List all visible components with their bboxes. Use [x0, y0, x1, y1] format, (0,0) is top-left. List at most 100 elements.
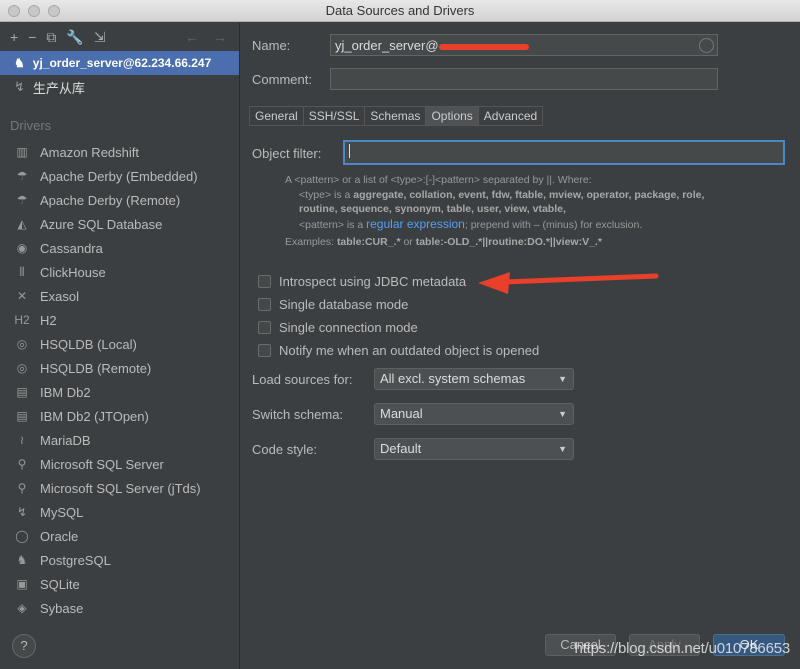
driver-label: IBM Db2: [40, 384, 91, 400]
object-filter-input[interactable]: [343, 140, 785, 165]
close-window-button[interactable]: [8, 5, 20, 17]
driver-label: Azure SQL Database: [40, 216, 163, 232]
minimize-window-button[interactable]: [28, 5, 40, 17]
oracle-icon: ◯: [15, 529, 29, 543]
checkbox-box[interactable]: [258, 321, 271, 334]
checkbox-box[interactable]: [258, 298, 271, 311]
tab-options[interactable]: Options: [426, 107, 479, 125]
checkbox-label: Notify me when an outdated object is ope…: [279, 343, 540, 358]
help-text: <pattern> is a: [299, 218, 367, 231]
driver-label: Sybase: [40, 600, 84, 616]
driver-item[interactable]: ▣ SQLite: [0, 572, 239, 596]
window-controls[interactable]: [8, 5, 60, 17]
tab-bar: General SSH/SSL Schemas Options Advanced: [249, 106, 544, 126]
single-database-checkbox[interactable]: Single database mode: [258, 297, 408, 312]
driver-item[interactable]: H2 H2: [0, 308, 239, 332]
title-bar: Data Sources and Drivers: [0, 0, 800, 22]
import-icon[interactable]: ⇲: [94, 29, 106, 46]
driver-label: MySQL: [40, 504, 84, 520]
copy-icon[interactable]: ⧉: [46, 29, 56, 46]
mysql-icon: ↯: [14, 79, 25, 94]
driver-item[interactable]: ◎ HSQLDB (Local): [0, 332, 239, 356]
checkbox-box[interactable]: [258, 344, 271, 357]
introspect-jdbc-checkbox[interactable]: Introspect using JDBC metadata: [258, 274, 466, 289]
driver-item[interactable]: ◭ Azure SQL Database: [0, 212, 239, 236]
driver-item[interactable]: ◉ Cassandra: [0, 236, 239, 260]
driver-item[interactable]: ⦀ ClickHouse: [0, 260, 239, 284]
sybase-icon: ◈: [17, 601, 27, 615]
data-source-label: 生产从库: [32, 80, 85, 96]
help-text: ; prepend with – (minus) for exclusion.: [464, 218, 643, 231]
help-types: aggregate, collation, event, fdw, ftable…: [353, 188, 705, 201]
driver-label: Oracle: [40, 528, 79, 544]
switch-schema-dropdown[interactable]: Manual ▼: [374, 403, 574, 425]
checkbox-box[interactable]: [258, 275, 271, 288]
sidebar-toolbar: + − ⧉ 🔧 ⇲ ← →: [0, 23, 239, 51]
notify-outdated-checkbox[interactable]: Notify me when an outdated object is ope…: [258, 343, 539, 358]
dropdown-value: All excl. system schemas: [380, 371, 526, 386]
help-button[interactable]: ?: [12, 634, 36, 658]
tab-ssh-ssl[interactable]: SSH/SSL: [304, 107, 366, 125]
zoom-window-button[interactable]: [48, 5, 60, 17]
dropdown-value: Manual: [380, 406, 423, 421]
checkbox-label: Single connection mode: [279, 320, 418, 335]
data-source-item[interactable]: ♞ yj_order_server@62.234.66.247: [0, 51, 239, 75]
add-icon[interactable]: +: [10, 29, 18, 45]
driver-item[interactable]: ☂ Apache Derby (Embedded): [0, 164, 239, 188]
driver-label: SQLite: [40, 576, 80, 592]
comment-input[interactable]: [330, 68, 718, 90]
driver-label: Apache Derby (Embedded): [40, 168, 198, 184]
hsqldb-local-icon: ◎: [16, 337, 28, 351]
color-picker-icon[interactable]: [699, 38, 714, 53]
driver-item[interactable]: ≀ MariaDB: [0, 428, 239, 452]
driver-item[interactable]: ☂ Apache Derby (Remote): [0, 188, 239, 212]
annotation-arrow-icon: [478, 272, 659, 294]
help-examples: Examples: table:CUR_.* or table:-OLD_.*|…: [285, 235, 755, 250]
driver-item[interactable]: ▤ IBM Db2 (JTOpen): [0, 404, 239, 428]
sidebar: + − ⧉ 🔧 ⇲ ← → ♞ yj_order_server@62.234.66.…: [0, 23, 240, 669]
driver-item[interactable]: ▥ Amazon Redshift: [0, 140, 239, 164]
tab-advanced[interactable]: Advanced: [479, 107, 542, 125]
tab-schemas[interactable]: Schemas: [365, 107, 427, 125]
driver-item[interactable]: ⚲ Microsoft SQL Server (jTds): [0, 476, 239, 500]
name-label: Name:: [252, 38, 291, 53]
back-arrow-icon[interactable]: ←: [185, 29, 199, 45]
postgresql-icon: ♞: [14, 56, 25, 70]
driver-label: H2: [40, 312, 57, 328]
driver-item[interactable]: ◯ Oracle: [0, 524, 239, 548]
clickhouse-icon: ⦀: [19, 264, 25, 279]
driver-item[interactable]: ↯ MySQL: [0, 500, 239, 524]
driver-label: PostgreSQL: [40, 552, 111, 568]
help-line: routine, sequence, synonym, table, user,…: [285, 202, 755, 217]
load-sources-dropdown[interactable]: All excl. system schemas ▼: [374, 368, 574, 390]
driver-item[interactable]: ♞ PostgreSQL: [0, 548, 239, 572]
driver-item[interactable]: ⚲ Microsoft SQL Server: [0, 452, 239, 476]
checkbox-label: Introspect using JDBC metadata: [279, 274, 467, 289]
driver-label: MariaDB: [40, 432, 91, 448]
mariadb-icon: ≀: [19, 433, 25, 447]
forward-arrow-icon[interactable]: →: [213, 29, 227, 45]
regular-expression-link[interactable]: regular expression: [366, 217, 465, 231]
remove-icon[interactable]: −: [28, 29, 36, 45]
driver-item[interactable]: ✕ Exasol: [0, 284, 239, 308]
tab-general[interactable]: General: [250, 107, 304, 125]
wrench-icon[interactable]: 🔧: [66, 29, 83, 46]
driver-item[interactable]: ▤ IBM Db2: [0, 380, 239, 404]
driver-label: HSQLDB (Local): [40, 336, 137, 352]
example: table:-OLD_.*||routine:DO.*||view:V_.*: [415, 236, 602, 248]
text-cursor: [349, 144, 350, 158]
data-source-item[interactable]: ↯ 生产从库: [0, 75, 239, 99]
exasol-icon: ✕: [16, 289, 28, 303]
load-sources-label: Load sources for:: [252, 372, 353, 387]
object-filter-help: A <pattern> or a list of <type>:[-]<patt…: [285, 173, 755, 250]
single-connection-checkbox[interactable]: Single connection mode: [258, 320, 418, 335]
driver-item[interactable]: ◎ HSQLDB (Remote): [0, 356, 239, 380]
comment-label: Comment:: [252, 72, 312, 87]
chevron-down-icon: ▼: [558, 444, 567, 454]
apache-derby-remote-icon: ☂: [16, 193, 28, 207]
code-style-dropdown[interactable]: Default ▼: [374, 438, 574, 460]
ibm-db2-jtopen-icon: ▤: [16, 409, 28, 423]
name-input[interactable]: yj_order_server@: [330, 34, 718, 56]
h2-icon: H2: [14, 313, 30, 327]
driver-item[interactable]: ◈ Sybase: [0, 596, 239, 620]
